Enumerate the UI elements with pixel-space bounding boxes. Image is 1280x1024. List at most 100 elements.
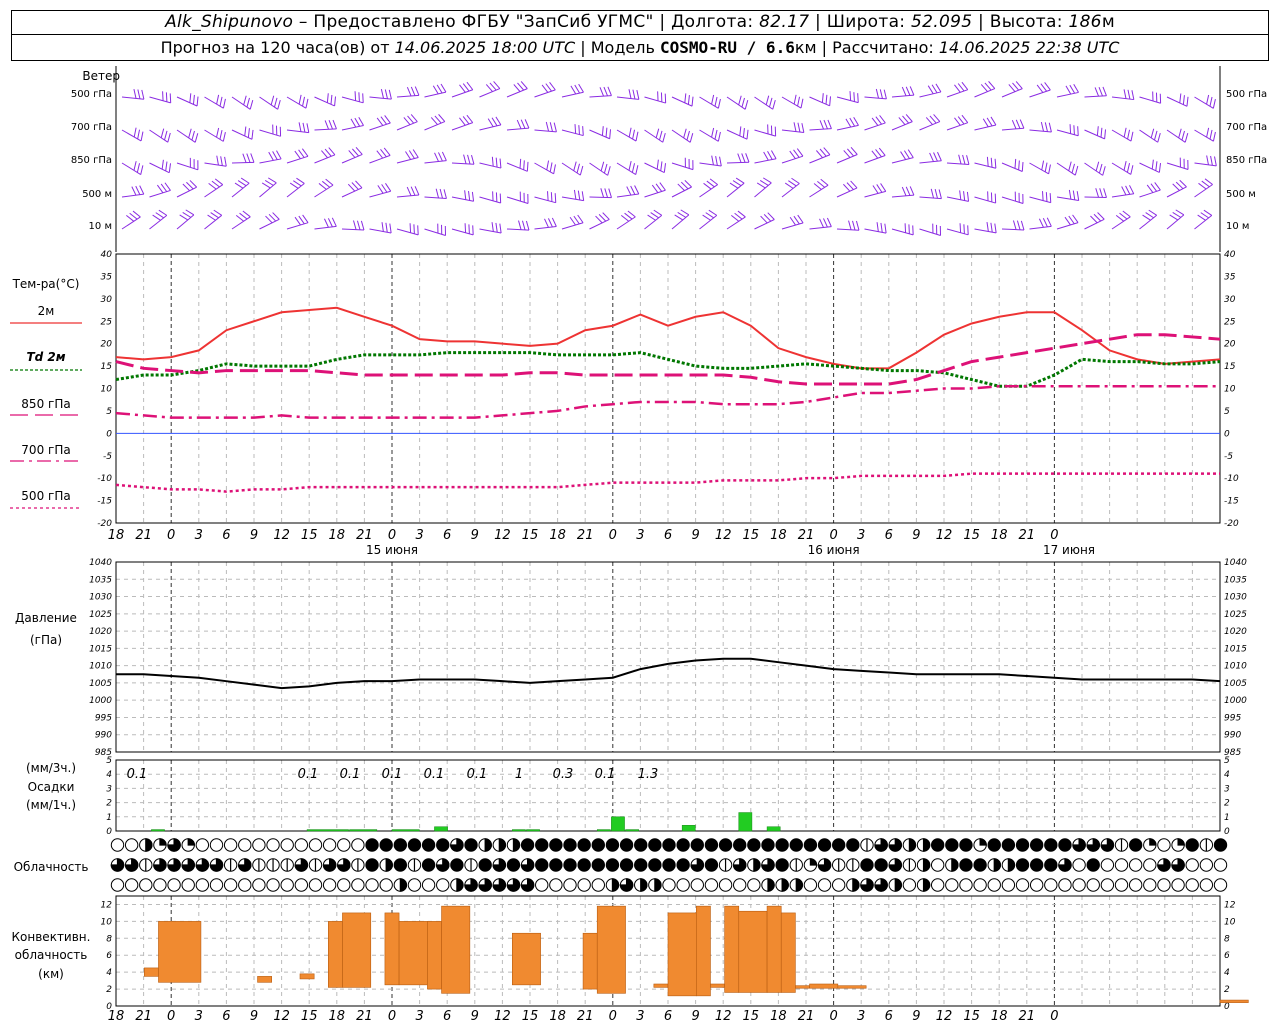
- cloud-symbol: [124, 858, 139, 872]
- wind-barb-feather: [573, 189, 577, 200]
- wind-barb-feather: [872, 185, 879, 194]
- wind-barb-feather: [318, 183, 327, 190]
- wind-barb: [974, 156, 997, 169]
- wind-barb: [781, 177, 800, 198]
- wind-barb: [919, 151, 942, 164]
- wind-barb-feather: [358, 117, 364, 126]
- cloud-symbol: [209, 878, 224, 892]
- cloud-symbol: [280, 878, 294, 892]
- wind-barb-feather: [853, 116, 859, 126]
- x-tick-label: 3: [636, 528, 644, 543]
- wind-barb-feather: [759, 180, 769, 186]
- wind-barb-shaft: [506, 88, 528, 98]
- cloud-symbol: [492, 878, 507, 892]
- cloud-symbol: [1157, 838, 1171, 852]
- cloud-symbol: [1171, 878, 1185, 892]
- cloud-circle: [506, 858, 521, 872]
- cloud-symbol: [520, 838, 535, 852]
- y-tick-left: 1005: [89, 679, 112, 689]
- cloud-circle: [563, 858, 577, 872]
- precip-bar: [738, 812, 753, 832]
- wind-barb-shaft: [506, 196, 529, 204]
- wind-barb-shaft: [809, 154, 831, 164]
- wind-barb-feather: [909, 186, 915, 196]
- wind-barb-feather: [880, 222, 883, 233]
- cloud-symbol: [535, 858, 549, 872]
- cloud-symbol: [1100, 878, 1115, 892]
- cloud-symbol: [365, 858, 379, 872]
- cloud-symbol: [634, 858, 648, 872]
- wind-barb: [1111, 185, 1135, 198]
- wind-barb-shaft: [314, 154, 336, 164]
- cloud-symbol: [535, 838, 549, 852]
- cloud-symbol: [1100, 838, 1115, 852]
- cloud-circle: [209, 838, 224, 852]
- conv-bar: [328, 921, 343, 988]
- wind-barb-feather: [126, 215, 135, 222]
- wind-barb-shaft: [341, 154, 363, 164]
- wind-barb: [1194, 178, 1213, 198]
- wind-barb: [204, 155, 227, 167]
- cloud-circle: [421, 858, 436, 872]
- cloud-symbol: [393, 878, 408, 892]
- wind-barb-feather: [462, 116, 470, 125]
- wind-barb-feather: [600, 161, 605, 172]
- wind-barb-feather: [875, 116, 882, 125]
- conv-bar: [738, 910, 768, 993]
- wind-barb: [836, 220, 860, 231]
- y-tick-left: 25: [101, 317, 113, 327]
- y-tick-right: 1000: [1224, 696, 1247, 706]
- wind-barb-shaft: [781, 155, 804, 164]
- cloud-symbol: [577, 878, 591, 892]
- wind-barb: [836, 180, 858, 198]
- wind-barb-feather: [1040, 121, 1045, 132]
- wind-barb: [616, 161, 639, 175]
- wind-barb-shaft: [369, 122, 391, 131]
- wind-barb-feather: [607, 166, 611, 176]
- wind-barb: [1139, 159, 1162, 173]
- cloud-symbol: [223, 878, 238, 892]
- x-tick-label: 12: [273, 528, 290, 543]
- wind-barb: [506, 119, 530, 131]
- wind-barb-shaft: [589, 162, 608, 176]
- y-tick-right: 1035: [1224, 575, 1247, 585]
- y-tick-right: -10: [1224, 474, 1239, 484]
- cloud-circle: [535, 838, 549, 852]
- cloud-symbol: [478, 878, 492, 892]
- cloud-circle: [959, 838, 973, 852]
- wind-barb-feather: [966, 155, 970, 165]
- cloud-circle: [747, 838, 761, 852]
- cloud-symbol: [591, 878, 605, 892]
- wind-barb-feather: [825, 94, 828, 105]
- wind-barb: [149, 91, 172, 104]
- precip-bar: [151, 829, 165, 832]
- wind-barb: [1001, 191, 1024, 204]
- wind-barb: [369, 147, 391, 164]
- x-tick-label: 15: [963, 528, 980, 543]
- wind-barb-shaft: [396, 121, 418, 131]
- wind-barb: [149, 128, 171, 143]
- wind-barb: [534, 82, 556, 98]
- wind-barb-shaft: [1029, 89, 1051, 98]
- cloud-circle: [365, 878, 379, 892]
- wind-barb: [121, 210, 141, 230]
- cloud-symbol: [704, 838, 719, 852]
- wind-barb: [1111, 210, 1131, 230]
- cloud-circle: [662, 858, 676, 872]
- wind-barb-feather: [852, 220, 856, 231]
- conv-bar: [384, 912, 400, 986]
- wind-barb-feather: [876, 222, 879, 232]
- wind-barb: [259, 177, 277, 198]
- cloud-symbol: [775, 878, 789, 892]
- wind-barb-feather: [604, 188, 609, 198]
- wind-barb-shaft: [1166, 214, 1185, 230]
- cloud-symbol: [718, 878, 733, 892]
- wind-barb: [726, 177, 745, 198]
- cloud-circle: [902, 878, 917, 892]
- wind-barb-feather: [1095, 188, 1100, 198]
- cloud-circle: [803, 878, 818, 892]
- wind-barb-feather: [242, 210, 251, 218]
- cloud-circle: [747, 878, 761, 892]
- wind-barb-shaft: [369, 190, 391, 198]
- y-tick-left: 10: [101, 917, 113, 927]
